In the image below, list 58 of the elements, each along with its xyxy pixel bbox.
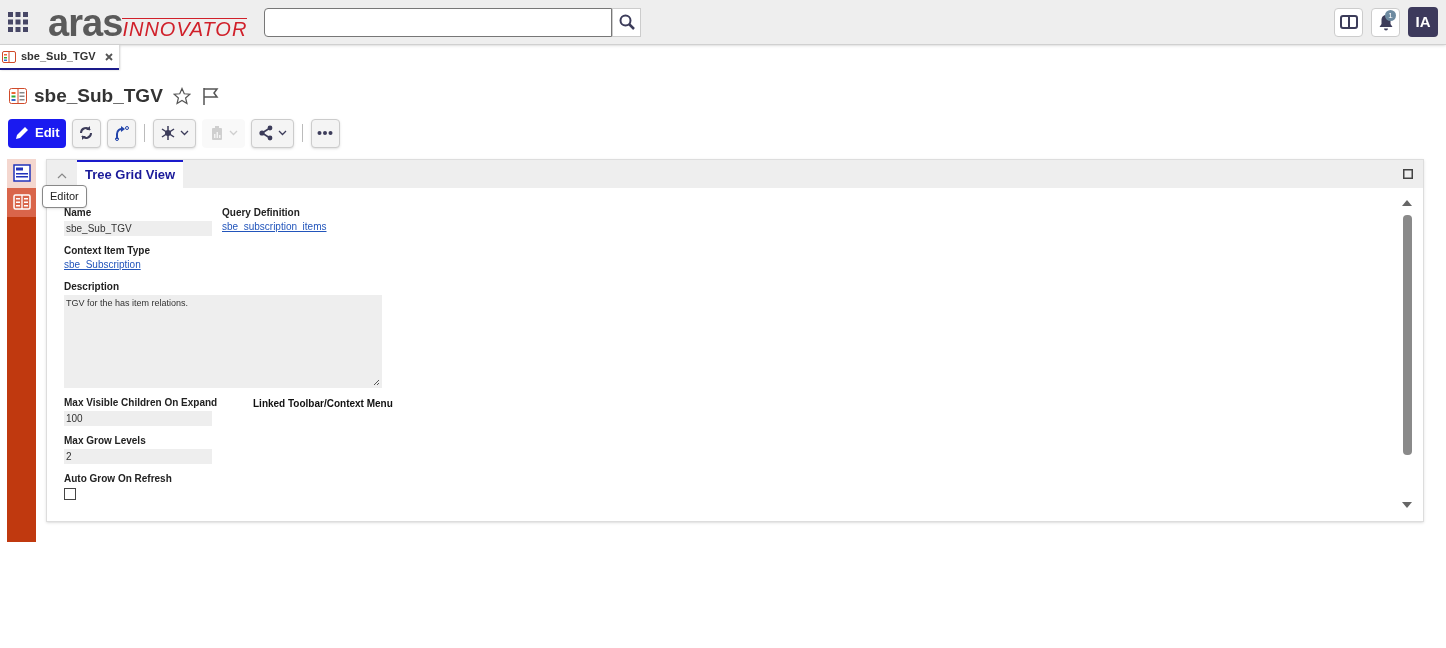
collapse-icon[interactable] — [57, 171, 67, 179]
refresh-button[interactable] — [71, 118, 101, 148]
split-view-icon — [1339, 15, 1358, 29]
notifications-button[interactable]: 1 — [1371, 7, 1400, 37]
close-icon[interactable] — [104, 52, 113, 61]
view-tab[interactable]: Tree Grid View — [77, 159, 184, 188]
share-icon — [257, 125, 274, 141]
chevron-down-icon — [277, 130, 287, 136]
field-label: Context Item Type — [64, 243, 150, 257]
search-field[interactable] — [264, 7, 612, 37]
more-button[interactable] — [310, 118, 340, 148]
section-heading: Linked Toolbar/Context Menu — [253, 396, 394, 411]
field-label: Max Grow Levels — [64, 433, 146, 447]
tree-grid-icon — [12, 194, 31, 210]
split-view-button[interactable] — [1334, 7, 1363, 37]
text-field[interactable]: sbe_Sub_TGV — [64, 220, 212, 236]
notification-badge: 1 — [1385, 9, 1396, 21]
tree-grid-icon — [2, 50, 16, 63]
flag-icon[interactable] — [201, 87, 220, 106]
tab-label: sbe_Sub_TGV — [21, 49, 96, 65]
item-title: sbe_Sub_TGV — [34, 84, 163, 108]
tree-grid-icon — [9, 88, 27, 105]
item-link[interactable]: sbe_subscription_items — [222, 219, 422, 234]
tooltip: Editor — [42, 185, 87, 208]
refresh-icon — [78, 125, 95, 141]
scroll-down-icon[interactable] — [1402, 501, 1412, 508]
item-link[interactable]: sbe_Subscription — [64, 257, 382, 272]
field-label: Max Visible Children On Expand — [64, 395, 218, 409]
field-label: Description — [64, 279, 119, 293]
edit-button[interactable]: Edit — [8, 118, 66, 148]
text-field[interactable]: 100 — [64, 410, 212, 426]
chevron-down-icon — [228, 130, 238, 136]
field-label: Auto Grow On Refresh — [64, 471, 172, 485]
network-icon — [159, 125, 176, 141]
search-icon — [618, 14, 635, 30]
checkbox[interactable] — [64, 487, 76, 500]
field-label: Query Definition — [222, 205, 300, 219]
logo-text: aras — [48, 6, 123, 40]
description-textarea[interactable]: TGV for the has item relations. — [64, 294, 382, 388]
scrollbar[interactable] — [1401, 199, 1413, 508]
item-tab[interactable]: sbe_Sub_TGV — [0, 45, 119, 70]
network-dropdown[interactable] — [152, 118, 196, 148]
pencil-icon — [14, 125, 30, 141]
favorite-star-icon[interactable] — [172, 87, 191, 106]
scroll-up-icon[interactable] — [1402, 199, 1412, 206]
logo-subtitle: INNOVATOR — [122, 18, 248, 39]
field-label: Name — [64, 205, 92, 219]
maximize-icon[interactable] — [1403, 168, 1413, 179]
apps-menu-icon[interactable] — [8, 12, 28, 32]
share-dropdown[interactable] — [250, 118, 294, 148]
form-icon — [12, 164, 31, 182]
resize-handle-icon[interactable] — [373, 378, 380, 386]
side-tab[interactable] — [7, 158, 36, 188]
user-avatar[interactable]: IA — [1408, 7, 1438, 37]
chevron-down-icon — [179, 130, 189, 136]
curved-arrow-icon — [113, 125, 130, 141]
text-field[interactable]: 2 — [64, 448, 212, 464]
search-button[interactable] — [612, 7, 641, 37]
